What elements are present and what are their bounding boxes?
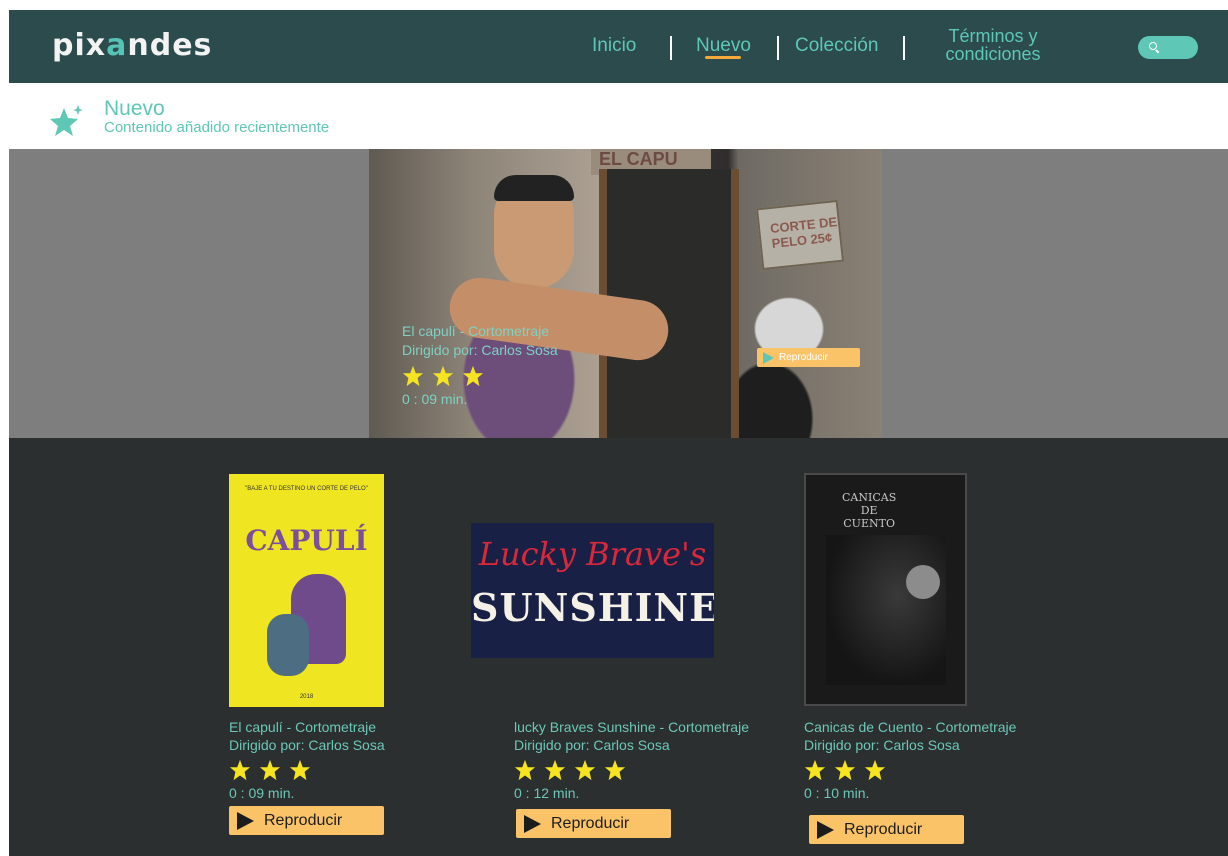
play-button-canicas-de-cuento[interactable]: Reproducir bbox=[809, 815, 964, 844]
pixandes-logo[interactable]: pixandes bbox=[52, 28, 212, 63]
movie-card-info: El capulí - Cortometraje Dirigido por: C… bbox=[229, 718, 385, 801]
play-button-label: Reproducir bbox=[264, 811, 343, 829]
section-header: Nuevo Contenido añadido recientemente bbox=[9, 83, 1228, 149]
poster-title-block: SUNSHINE bbox=[471, 585, 714, 630]
featured-play-button[interactable]: Reproducir bbox=[757, 348, 860, 367]
play-button-lucky-braves-sunshine[interactable]: Reproducir bbox=[516, 809, 671, 838]
movie-card-info: lucky Braves Sunshine - Cortometraje Dir… bbox=[514, 718, 749, 801]
movie-duration: 0 : 09 min. bbox=[229, 785, 295, 801]
poster-tagline: "BAJE A TU DESTINO UN CORTE DE PELO" bbox=[245, 486, 368, 492]
movie-poster-canicas-de-cuento[interactable]: CANICAS DE CUENTO bbox=[804, 473, 967, 706]
logo-text-suffix: ndes bbox=[127, 28, 213, 63]
movie-director: Dirigido por: Carlos Sosa bbox=[804, 737, 960, 753]
rating-star-icon bbox=[544, 759, 566, 781]
rating-star-icon bbox=[432, 365, 454, 387]
rating-star-icon bbox=[514, 759, 536, 781]
still-price-sign-text: CORTE DE PELO 25¢ bbox=[769, 214, 838, 251]
search-icon bbox=[1149, 42, 1157, 50]
page-subtitle: Contenido añadido recientemente bbox=[104, 119, 330, 136]
rating-star-icon bbox=[604, 759, 626, 781]
play-icon bbox=[763, 351, 774, 364]
movie-card-info: Canicas de Cuento - Cortometraje Dirigid… bbox=[804, 718, 1016, 801]
poster-title-script: Lucky Brave's bbox=[478, 535, 707, 573]
nav-separator bbox=[670, 36, 672, 60]
movie-poster-lucky-braves-sunshine[interactable]: Lucky Brave's SUNSHINE bbox=[471, 523, 714, 658]
rating-star-icon bbox=[864, 759, 886, 781]
rating-star-icon bbox=[804, 759, 826, 781]
play-button-el-capuli[interactable]: Reproducir bbox=[229, 806, 384, 835]
rating-star-icon bbox=[289, 759, 311, 781]
movie-title[interactable]: El capulí - Cortometraje bbox=[229, 718, 385, 736]
top-navigation-bar: pixandes Inicio Nuevo Colección Términos… bbox=[9, 10, 1228, 83]
still-price-sign: CORTE DE PELO 25¢ bbox=[755, 199, 845, 271]
movie-title[interactable]: Canicas de Cuento - Cortometraje bbox=[804, 718, 1016, 736]
featured-banner: EL CAPU CORTE DE PELO 25¢ El capulí - Co… bbox=[9, 149, 1228, 438]
play-button-label: Reproducir bbox=[779, 352, 828, 363]
app-frame: pixandes Inicio Nuevo Colección Términos… bbox=[9, 10, 1228, 856]
nav-link-coleccion[interactable]: Colección bbox=[795, 35, 878, 57]
page-title: Nuevo bbox=[104, 97, 165, 120]
movie-grid: "BAJE A TU DESTINO UN CORTE DE PELO" CAP… bbox=[9, 438, 1228, 856]
nav-separator bbox=[777, 36, 779, 60]
play-icon bbox=[237, 811, 254, 830]
movie-poster-el-capuli[interactable]: "BAJE A TU DESTINO UN CORTE DE PELO" CAP… bbox=[229, 474, 384, 707]
poster-year: 2018 bbox=[299, 694, 314, 700]
rating-star-icon bbox=[229, 759, 251, 781]
play-button-label: Reproducir bbox=[551, 814, 630, 832]
movie-director: Dirigido por: Carlos Sosa bbox=[229, 737, 385, 753]
play-icon bbox=[817, 820, 834, 839]
logo-text-prefix: pix bbox=[52, 28, 107, 63]
featured-title[interactable]: El capulí - Cortometraje bbox=[402, 322, 558, 341]
rating-star-icon bbox=[462, 365, 484, 387]
poster-character-customer bbox=[267, 614, 309, 676]
star-sparkle-icon bbox=[50, 105, 83, 136]
poster-title-line: DE bbox=[860, 504, 878, 517]
poster-character-face bbox=[906, 565, 940, 599]
rating-star-icon bbox=[574, 759, 596, 781]
rating-star-icon bbox=[834, 759, 856, 781]
poster-title: CAPULÍ bbox=[245, 524, 368, 557]
logo-text-accent: a bbox=[106, 28, 128, 63]
movie-duration: 0 : 12 min. bbox=[514, 785, 580, 801]
featured-duration: 0 : 09 min. bbox=[402, 391, 468, 407]
poster-title-line: CANICAS bbox=[842, 491, 897, 504]
nav-link-inicio[interactable]: Inicio bbox=[592, 35, 636, 57]
featured-rating bbox=[402, 365, 558, 387]
nav-separator bbox=[903, 36, 905, 60]
featured-info: El capulí - Cortometraje Dirigido por: C… bbox=[402, 322, 558, 407]
rating-star-icon bbox=[402, 365, 424, 387]
poster-title: CANICAS DE CUENTO bbox=[842, 491, 896, 530]
movie-rating bbox=[804, 759, 1016, 781]
movie-title[interactable]: lucky Braves Sunshine - Cortometraje bbox=[514, 718, 749, 736]
movie-rating bbox=[514, 759, 749, 781]
rating-star-icon bbox=[259, 759, 281, 781]
play-button-label: Reproducir bbox=[844, 820, 923, 838]
movie-rating bbox=[229, 759, 385, 781]
nav-terms-line2: condiciones bbox=[945, 44, 1041, 64]
poster-title-line: CUENTO bbox=[843, 517, 895, 530]
nav-terms-line1: Términos y bbox=[948, 26, 1038, 46]
nav-active-underline bbox=[705, 56, 741, 59]
featured-director: Dirigido por: Carlos Sosa bbox=[402, 342, 558, 358]
nav-link-nuevo[interactable]: Nuevo bbox=[696, 35, 751, 57]
movie-director: Dirigido por: Carlos Sosa bbox=[514, 737, 670, 753]
poster-forest-art bbox=[826, 535, 946, 685]
play-icon bbox=[524, 814, 541, 833]
still-character-hair bbox=[494, 175, 574, 201]
movie-duration: 0 : 10 min. bbox=[804, 785, 870, 801]
search-input[interactable] bbox=[1138, 36, 1198, 59]
nav-link-terminos[interactable]: Términos y condiciones bbox=[941, 27, 1045, 63]
